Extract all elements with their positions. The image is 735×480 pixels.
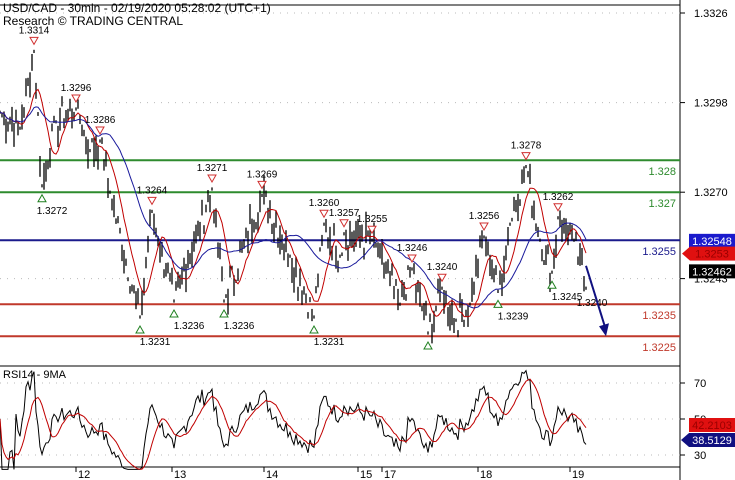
resistance-marker-icon bbox=[257, 180, 267, 190]
high-label: 1.3271 bbox=[197, 163, 228, 174]
support-marker-icon bbox=[423, 340, 433, 350]
resistance-marker-icon bbox=[71, 94, 81, 104]
low-label: 1.3239 bbox=[498, 311, 529, 322]
rsi-tag-label: 42.2103 bbox=[692, 420, 732, 432]
high-label: 1.3264 bbox=[137, 185, 168, 196]
high-label: 1.3296 bbox=[61, 83, 92, 94]
resistance-marker-icon bbox=[339, 219, 349, 228]
resistance-marker-icon bbox=[367, 225, 377, 235]
forecast-arrow-icon bbox=[599, 323, 609, 337]
price-tag-label: 1.3253 bbox=[695, 249, 729, 261]
low-label: 1.3231 bbox=[140, 337, 171, 348]
resistance-marker-icon bbox=[479, 222, 489, 232]
resistance-marker-icon bbox=[437, 273, 447, 283]
high-label: 1.3278 bbox=[511, 141, 542, 152]
rsi-line bbox=[0, 369, 587, 470]
high-label: 1.3314 bbox=[19, 25, 50, 36]
high-label: 1.3255 bbox=[357, 214, 388, 225]
resistance-marker-icon bbox=[207, 174, 217, 184]
support-marker-icon bbox=[547, 280, 557, 289]
price-tick-label: 1.3298 bbox=[694, 98, 728, 110]
resistance-marker-icon bbox=[553, 203, 563, 212]
high-label: 1.3257 bbox=[329, 208, 360, 219]
resistance-marker-icon bbox=[95, 126, 105, 136]
ma-long-line bbox=[0, 106, 587, 309]
resistance-marker-icon bbox=[147, 196, 157, 206]
chart-window: USD/CAD - 30min - 02/19/2020 05:28:02 (U… bbox=[0, 0, 735, 480]
rsi-tag-label: 38.5129 bbox=[692, 435, 732, 447]
level-label: 1.328 bbox=[648, 166, 676, 178]
resistance-marker-icon bbox=[319, 209, 329, 219]
rsi-tag-pointer-icon bbox=[681, 433, 689, 447]
time-tick-label: 12 bbox=[78, 469, 90, 480]
support-marker-icon bbox=[135, 324, 145, 334]
high-label: 1.3240 bbox=[427, 262, 458, 273]
level-label: 1.327 bbox=[648, 198, 676, 210]
resistance-marker-icon bbox=[521, 152, 531, 161]
high-label: 1.3269 bbox=[247, 169, 278, 180]
level-label: 1.3255 bbox=[642, 246, 676, 258]
high-label: 1.3246 bbox=[397, 243, 428, 254]
time-tick-label: 19 bbox=[572, 469, 584, 480]
low-label: 1.3272 bbox=[37, 206, 68, 217]
time-tick-label: 15 bbox=[360, 469, 372, 480]
high-label: 1.3262 bbox=[543, 192, 574, 203]
time-tick-label: 14 bbox=[266, 469, 278, 480]
support-marker-icon bbox=[219, 308, 229, 318]
price-chart[interactable]: 1.33261.32981.32701.324312 13 14 15 17 18 191.… bbox=[0, 0, 735, 480]
support-marker-icon bbox=[169, 308, 179, 318]
support-marker-icon bbox=[37, 193, 47, 203]
price-tag-label: 1.32462 bbox=[692, 266, 732, 278]
high-label: 1.3286 bbox=[85, 115, 116, 126]
low-label: 1.3236 bbox=[174, 321, 205, 332]
time-tick-label: 13 bbox=[174, 469, 186, 480]
level-label: 1.3235 bbox=[642, 310, 676, 322]
rsi-title: RSI14 - 9MA bbox=[3, 369, 66, 381]
time-tick-label: 18 bbox=[480, 469, 492, 480]
low-label: 1.3236 bbox=[224, 321, 255, 332]
resistance-marker-icon bbox=[29, 36, 39, 46]
rsi-tick-label: 70 bbox=[694, 378, 706, 390]
low-label: 1.3231 bbox=[314, 337, 345, 348]
price-tag-label: 1.32548 bbox=[692, 236, 732, 248]
price-tick-label: 1.3270 bbox=[694, 187, 728, 199]
time-tick-label: 17 bbox=[384, 469, 396, 480]
support-marker-icon bbox=[309, 324, 319, 334]
forecast-label: 1.3240 bbox=[577, 298, 608, 309]
level-label: 1.3225 bbox=[642, 342, 676, 354]
high-label: 1.3256 bbox=[469, 211, 500, 222]
price-tick-label: 1.3326 bbox=[694, 8, 728, 20]
price-tag-pointer-icon bbox=[682, 246, 690, 261]
rsi-tick-label: 30 bbox=[694, 450, 706, 462]
